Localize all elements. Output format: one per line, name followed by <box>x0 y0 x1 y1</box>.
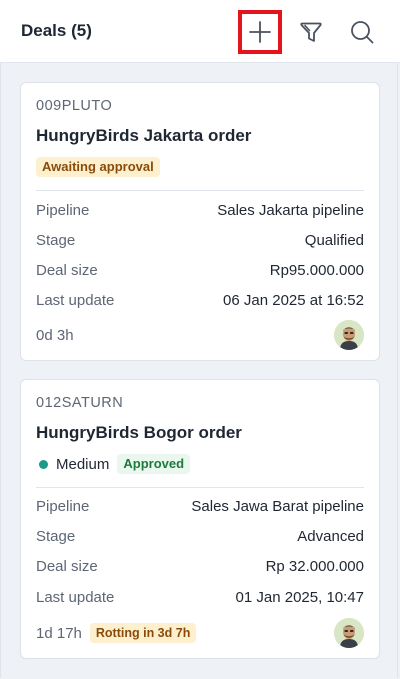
deal-card[interactable]: 009PLUTO HungryBirds Jakarta order Await… <box>20 82 380 361</box>
deal-age: 1d 17h <box>36 624 82 642</box>
owner-avatar-icon <box>334 618 364 648</box>
priority-indicator: Medium <box>36 456 109 473</box>
card-footer: 1d 17h Rotting in 3d 7h <box>36 618 364 648</box>
footer-left: 1d 17h Rotting in 3d 7h <box>36 623 197 643</box>
deal-age: 0d 3h <box>36 326 74 344</box>
field-row: Stage Advanced <box>36 526 364 546</box>
field-value: Sales Jakarta pipeline <box>217 201 364 219</box>
deal-card[interactable]: 012SATURN HungryBirds Bogor order Medium… <box>20 379 380 659</box>
deal-name: HungryBirds Bogor order <box>36 423 242 442</box>
field-value: Rp 32.000.000 <box>265 557 364 575</box>
field-label: Pipeline <box>36 201 90 219</box>
deal-code: 012SATURN <box>36 395 124 411</box>
deal-name: HungryBirds Jakarta order <box>36 126 252 145</box>
search-button[interactable] <box>340 10 384 54</box>
field-label: Deal size <box>36 557 98 575</box>
status-badge: Awaiting approval <box>36 157 160 177</box>
page-title: Deals (5) <box>21 21 92 40</box>
field-row: Pipeline Sales Jakarta pipeline <box>36 200 364 220</box>
field-value: Sales Jawa Barat pipeline <box>191 497 364 515</box>
field-value: 06 Jan 2025 at 16:52 <box>223 291 364 309</box>
field-value: Qualified <box>304 231 364 249</box>
avatar[interactable] <box>334 618 364 648</box>
field-row: Last update 06 Jan 2025 at 16:52 <box>36 290 364 310</box>
divider <box>36 487 364 488</box>
badge-row: Awaiting approval <box>36 157 160 177</box>
field-row: Stage Qualified <box>36 230 364 250</box>
field-value: Advanced <box>297 527 364 545</box>
badge-row: Medium Approved <box>36 454 191 474</box>
field-row: Deal size Rp95.000.000 <box>36 260 364 280</box>
field-label: Pipeline <box>36 497 90 515</box>
owner-avatar-icon <box>334 320 364 350</box>
deal-list: 009PLUTO HungryBirds Jakarta order Await… <box>20 82 380 677</box>
field-row: Pipeline Sales Jawa Barat pipeline <box>36 496 364 516</box>
field-label: Stage <box>36 231 76 249</box>
page-header: Deals (5) <box>0 0 400 63</box>
filter-icon <box>300 22 322 42</box>
status-badge: Approved <box>117 454 191 474</box>
divider <box>36 190 364 191</box>
priority-label: Medium <box>56 455 110 473</box>
field-value: 01 Jan 2025, 10:47 <box>235 588 364 606</box>
avatar[interactable] <box>334 320 364 350</box>
field-label: Deal size <box>36 261 98 279</box>
plus-icon <box>249 21 271 43</box>
card-footer: 0d 3h <box>36 320 364 350</box>
field-value: Rp95.000.000 <box>269 261 364 279</box>
field-row: Last update 01 Jan 2025, 10:47 <box>36 587 364 607</box>
footer-left: 0d 3h <box>36 327 74 344</box>
field-label: Last update <box>36 588 115 606</box>
add-deal-button[interactable] <box>238 10 282 54</box>
field-row: Deal size Rp 32.000.000 <box>36 556 364 576</box>
search-icon <box>351 21 374 44</box>
priority-dot-icon <box>39 459 48 469</box>
deal-code: 009PLUTO <box>36 98 113 114</box>
field-label: Stage <box>36 527 76 545</box>
field-label: Last update <box>36 291 115 309</box>
filter-button[interactable] <box>289 10 333 54</box>
rotting-badge: Rotting in 3d 7h <box>89 623 197 643</box>
